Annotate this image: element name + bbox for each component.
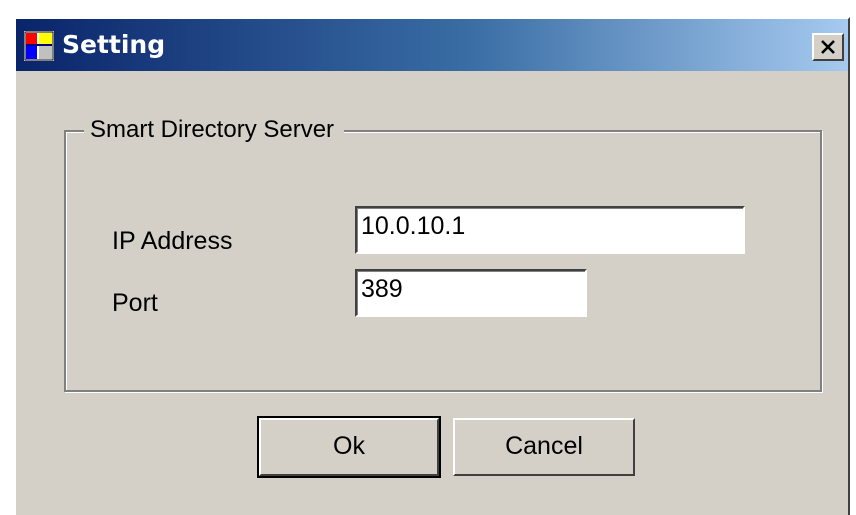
- port-input[interactable]: 389: [355, 269, 587, 317]
- smart-directory-server-group: Smart Directory Server: [64, 115, 822, 392]
- close-icon: [821, 40, 835, 54]
- title-bar[interactable]: Setting: [16, 19, 848, 71]
- ip-address-label: IP Address: [112, 227, 233, 255]
- setting-dialog: Setting Smart Directory Server IP Addres…: [14, 17, 850, 515]
- close-button[interactable]: [812, 33, 844, 61]
- app-window-icon: [24, 31, 54, 61]
- cancel-button[interactable]: Cancel: [453, 418, 635, 476]
- ok-button[interactable]: Ok: [257, 416, 441, 478]
- window-title: Setting: [62, 30, 166, 59]
- port-label: Port: [112, 289, 158, 317]
- ip-address-input[interactable]: 10.0.10.1: [355, 206, 745, 254]
- group-legend: Smart Directory Server: [84, 115, 345, 145]
